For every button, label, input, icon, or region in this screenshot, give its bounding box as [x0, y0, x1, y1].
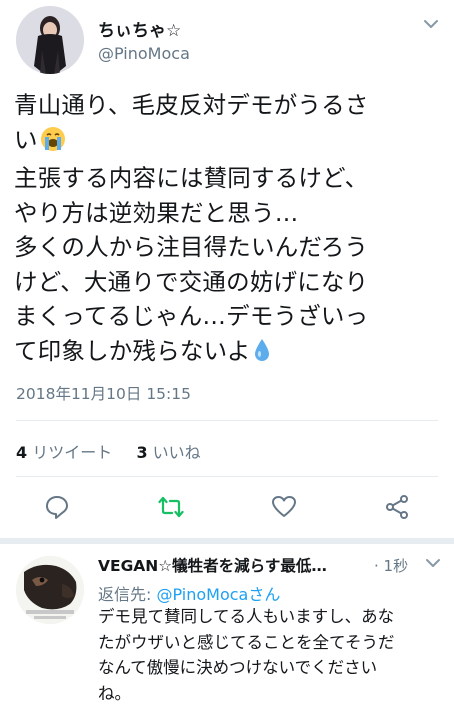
- reply-line: ね。: [98, 683, 131, 703]
- retweet-label[interactable]: リツイート: [32, 443, 112, 462]
- tweet-line: 多くの人から注目得たいんだろう: [14, 233, 369, 261]
- like-count[interactable]: 3: [136, 443, 147, 462]
- reply-to-handle[interactable]: @PinoMocaさん: [156, 585, 280, 604]
- tweet-line: まくってるじゃん…デモうざいっ: [14, 302, 369, 330]
- reply-timestamp[interactable]: · 1秒: [374, 555, 408, 576]
- tweet-line: 主張する内容には賛同するけど、: [14, 164, 369, 192]
- reply-line: デモ見て賛同してる人もいますし、あな: [98, 607, 395, 626]
- droplet-icon: [253, 337, 271, 373]
- reply-avatar[interactable]: [16, 556, 84, 624]
- tweet-line: けど、大通りで交通の妨げになり: [14, 267, 369, 296]
- tweet-line: い: [14, 125, 38, 154]
- reply-line: たがウザいと感じてることを全てそうだ: [98, 632, 395, 652]
- crying-face-icon: [40, 126, 66, 162]
- tweet-timestamp[interactable]: 2018年11月10日 15:15: [16, 382, 191, 404]
- tweet-text: 青山通り、毛皮反対デモがうるさ い 主張する内容には賛同するけど、 やり方は逆効…: [14, 88, 444, 372]
- retweet-count[interactable]: 4: [16, 443, 27, 462]
- main-tweet: ちぃちゃ☆ @PinoMoca 青山通り、毛皮反対デモがうるさ い 主張する内容…: [0, 0, 454, 538]
- divider: [16, 476, 438, 477]
- like-label[interactable]: いいね: [153, 443, 201, 462]
- tweet-line: 青山通り、毛皮反対デモがうるさ: [14, 91, 369, 119]
- reply-text: デモ見て賛同してる人もいますし、あな たがウザいと感じてることを全てそうだ なん…: [98, 604, 448, 706]
- reply-to-line: 返信先: @PinoMocaさん: [98, 581, 280, 605]
- tweet-line-with-emoji: い: [14, 123, 444, 162]
- reply-tweet[interactable]: VEGAN☆犠牲者を減らす最低… · 1秒 返信先: @PinoMocaさん デ…: [0, 544, 454, 710]
- user-avatar[interactable]: [16, 6, 84, 74]
- share-icon[interactable]: [384, 494, 410, 520]
- chevron-down-icon[interactable]: [421, 16, 441, 32]
- chevron-down-icon[interactable]: [424, 556, 442, 570]
- like-heart-icon[interactable]: [271, 494, 297, 520]
- reply-line: なんて傲慢に決めつけないでください: [98, 658, 378, 677]
- divider: [16, 420, 438, 421]
- engagement-stats: 4 リツイート 3 いいね: [16, 439, 201, 463]
- tweet-line-with-emoji: て印象しか残らないよ: [14, 334, 444, 373]
- tweet-line: やり方は逆効果だと思う…: [14, 198, 299, 227]
- tweet-line: て印象しか残らないよ: [14, 336, 251, 365]
- reply-to-label: 返信先:: [98, 585, 157, 604]
- retweet-icon[interactable]: [158, 494, 184, 520]
- user-handle[interactable]: @PinoMoca: [98, 44, 190, 63]
- reply-display-name[interactable]: VEGAN☆犠牲者を減らす最低…: [98, 554, 327, 576]
- display-name[interactable]: ちぃちゃ☆: [98, 16, 181, 41]
- reply-icon[interactable]: [44, 494, 70, 520]
